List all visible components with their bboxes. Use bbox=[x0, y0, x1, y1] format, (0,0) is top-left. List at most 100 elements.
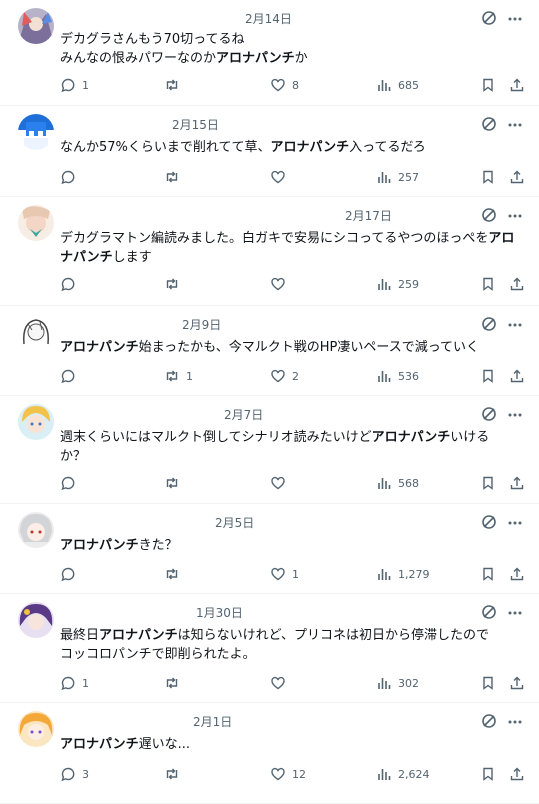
highlighted-keyword: アロナパンチ bbox=[270, 140, 350, 155]
share-button[interactable] bbox=[509, 76, 525, 94]
grok-icon[interactable] bbox=[481, 116, 497, 132]
heart-icon bbox=[271, 767, 285, 781]
reply-button[interactable] bbox=[60, 168, 82, 186]
avatar[interactable] bbox=[18, 314, 54, 350]
bookmark-button[interactable] bbox=[480, 765, 496, 783]
post[interactable]: 2月5日 アロナパンチきた？ 1 1,279 bbox=[0, 504, 539, 594]
bookmark-button[interactable] bbox=[480, 76, 496, 94]
like-button[interactable] bbox=[270, 168, 292, 186]
views-count: 257 bbox=[398, 170, 419, 184]
reply-icon bbox=[61, 369, 75, 384]
bookmark-button[interactable] bbox=[480, 168, 496, 186]
share-button[interactable] bbox=[509, 474, 525, 492]
more-icon[interactable] bbox=[507, 317, 523, 331]
more-icon[interactable] bbox=[507, 605, 523, 619]
post[interactable]: 2月14日 デカグラさんもう70切ってるね みんなの恨みパワーなのかアロナパンチ… bbox=[0, 0, 539, 106]
grok-icon[interactable] bbox=[481, 604, 497, 620]
post[interactable]: 2月9日 アロナパンチ始まったかも、今マルクト戦のHP凄いペースで減っていく 1… bbox=[0, 306, 539, 396]
avatar[interactable] bbox=[18, 711, 54, 747]
views-button[interactable]: 1,279 bbox=[376, 565, 430, 583]
reply-count: 3 bbox=[82, 767, 89, 781]
grok-icon[interactable] bbox=[481, 514, 497, 530]
views-button[interactable]: 2,624 bbox=[376, 765, 430, 783]
avatar[interactable] bbox=[18, 404, 54, 440]
post[interactable]: 1月30日 最終日アロナパンチは知らないけれど、プリコネは初日から停滞したので … bbox=[0, 594, 539, 703]
reply-button[interactable] bbox=[60, 367, 82, 385]
views-button[interactable]: 257 bbox=[376, 168, 419, 186]
grok-icon[interactable] bbox=[481, 713, 497, 729]
reply-icon bbox=[61, 476, 75, 491]
grok-icon[interactable] bbox=[481, 10, 497, 26]
like-button[interactable] bbox=[270, 275, 292, 293]
views-button[interactable]: 302 bbox=[376, 674, 419, 692]
more-icon[interactable] bbox=[507, 407, 523, 421]
retweet-button[interactable] bbox=[164, 765, 186, 783]
avatar[interactable] bbox=[18, 512, 54, 548]
retweet-button[interactable] bbox=[164, 674, 186, 692]
post-actions: 1 1,279 bbox=[60, 565, 525, 583]
reply-button[interactable]: 3 bbox=[60, 765, 89, 783]
post-text: 週末くらいにはマルクト倒してシナリオ読みたいけどアロナパンチいけるか？ bbox=[60, 428, 515, 466]
post-text: アロナパンチ始まったかも、今マルクト戦のHP凄いペースで減っていく bbox=[60, 338, 515, 357]
views-button[interactable]: 536 bbox=[376, 367, 419, 385]
views-button[interactable]: 259 bbox=[376, 275, 419, 293]
post[interactable]: 2月7日 週末くらいにはマルクト倒してシナリオ読みたいけどアロナパンチいけるか？… bbox=[0, 396, 539, 504]
bookmark-button[interactable] bbox=[480, 275, 496, 293]
share-icon bbox=[510, 369, 524, 383]
bookmark-button[interactable] bbox=[480, 367, 496, 385]
reply-button[interactable]: 1 bbox=[60, 674, 89, 692]
grok-icon[interactable] bbox=[481, 406, 497, 422]
like-button[interactable] bbox=[270, 674, 292, 692]
share-button[interactable] bbox=[509, 275, 525, 293]
retweet-button[interactable] bbox=[164, 275, 186, 293]
more-icon[interactable] bbox=[507, 11, 523, 25]
post-actions: 259 bbox=[60, 275, 525, 293]
share-button[interactable] bbox=[509, 168, 525, 186]
bookmark-button[interactable] bbox=[480, 474, 496, 492]
share-button[interactable] bbox=[509, 367, 525, 385]
avatar[interactable] bbox=[18, 8, 54, 44]
like-button[interactable]: 12 bbox=[270, 765, 306, 783]
post-text: なんか57%くらいまで削れてて草、アロナパンチ入ってるだろ bbox=[60, 138, 515, 157]
more-icon[interactable] bbox=[507, 714, 523, 728]
grok-icon[interactable] bbox=[481, 207, 497, 223]
views-icon bbox=[378, 371, 391, 382]
more-icon[interactable] bbox=[507, 515, 523, 529]
reply-button[interactable] bbox=[60, 474, 82, 492]
share-button[interactable] bbox=[509, 565, 525, 583]
reply-button[interactable] bbox=[60, 565, 82, 583]
share-button[interactable] bbox=[509, 765, 525, 783]
reply-count: 1 bbox=[82, 676, 89, 690]
share-icon bbox=[510, 767, 524, 781]
retweet-button[interactable] bbox=[164, 565, 186, 583]
post[interactable]: 2月15日 なんか57%くらいまで削れてて草、アロナパンチ入ってるだろ 257 bbox=[0, 106, 539, 197]
reply-icon bbox=[61, 767, 75, 782]
grok-icon[interactable] bbox=[481, 316, 497, 332]
post[interactable]: 2月1日 アロナパンチ遅いな... 3 12 2,624 bbox=[0, 703, 539, 804]
retweet-button[interactable] bbox=[164, 76, 186, 94]
bookmark-button[interactable] bbox=[480, 565, 496, 583]
text-segment: デカグラマトン編読みました。白ガキで安易にシコってるやつのほっぺを bbox=[60, 231, 489, 246]
views-button[interactable]: 568 bbox=[376, 474, 419, 492]
views-button[interactable]: 685 bbox=[376, 76, 419, 94]
more-icon[interactable] bbox=[507, 208, 523, 222]
like-button[interactable]: 1 bbox=[270, 565, 299, 583]
like-button[interactable]: 8 bbox=[270, 76, 299, 94]
like-button[interactable]: 2 bbox=[270, 367, 299, 385]
bookmark-button[interactable] bbox=[480, 674, 496, 692]
like-button[interactable] bbox=[270, 474, 292, 492]
more-icon[interactable] bbox=[507, 117, 523, 131]
retweet-button[interactable] bbox=[164, 474, 186, 492]
retweet-button[interactable]: 1 bbox=[164, 367, 193, 385]
share-button[interactable] bbox=[509, 674, 525, 692]
retweet-button[interactable] bbox=[164, 168, 186, 186]
avatar[interactable] bbox=[18, 114, 54, 150]
post[interactable]: 2月17日 デカグラマトン編読みました。白ガキで安易にシコってるやつのほっぺをア… bbox=[0, 197, 539, 306]
avatar[interactable] bbox=[18, 205, 54, 241]
reply-button[interactable]: 1 bbox=[60, 76, 89, 94]
avatar[interactable] bbox=[18, 602, 54, 638]
share-icon bbox=[510, 676, 524, 690]
reply-button[interactable] bbox=[60, 275, 82, 293]
retweet-icon bbox=[166, 768, 178, 780]
retweet-icon bbox=[166, 477, 178, 489]
